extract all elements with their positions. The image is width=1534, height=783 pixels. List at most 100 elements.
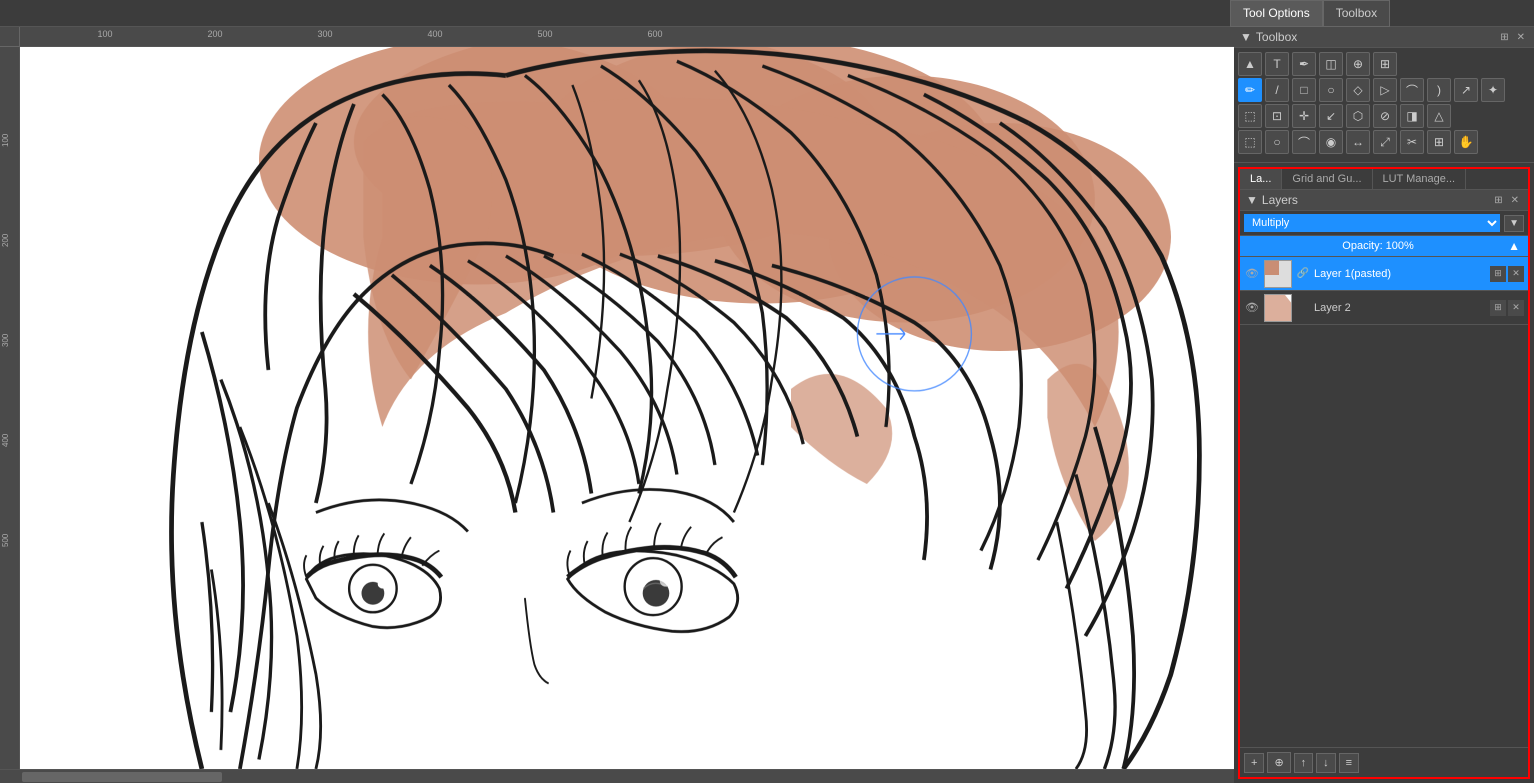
- layer-1-name: Layer 1(pasted): [1314, 268, 1486, 280]
- tool-star[interactable]: ✦: [1481, 78, 1505, 102]
- layers-header: ▼ Layers ⊞ ✕: [1240, 190, 1528, 211]
- vertical-ruler: 100200300400500: [0, 47, 20, 769]
- toolbox-section: ▼ Toolbox ⊞ ✕ ▲ T ✒ ◫ ⊕ ⊞: [1234, 27, 1534, 163]
- tool-ellipse[interactable]: ○: [1319, 78, 1343, 102]
- h-scroll-thumb[interactable]: [22, 772, 222, 782]
- tool-line[interactable]: /: [1265, 78, 1289, 102]
- tool-crop[interactable]: ✂: [1400, 130, 1424, 154]
- tool-options-tab[interactable]: Tool Options: [1230, 0, 1323, 27]
- tool-row-2: ✏ / □ ○ ◇ ▷ ⌒ ) ↗ ✦: [1238, 78, 1530, 102]
- blend-mode-select[interactable]: Multiply Normal Screen Overlay: [1244, 214, 1500, 232]
- tool-select-ellipse[interactable]: ○: [1265, 130, 1289, 154]
- layer-2-actions: ⊞ ✕: [1490, 300, 1524, 316]
- tool-heal[interactable]: ⊕: [1346, 52, 1370, 76]
- horizontal-scrollbar[interactable]: [0, 769, 1234, 783]
- tool-dropper[interactable]: ⊘: [1373, 104, 1397, 128]
- move-up-btn[interactable]: ↑: [1294, 753, 1314, 773]
- tool-select-node[interactable]: ⊡: [1265, 104, 1289, 128]
- layers-list: 👁 🔗 Layer 1(pasted) ⊞ ✕: [1240, 257, 1528, 747]
- toolbox-tab[interactable]: Toolbox: [1323, 0, 1390, 27]
- tool-spiral[interactable]: ↗: [1454, 78, 1478, 102]
- tool-row-3: ⬚ ⊡ ✛ ↙ ⬡ ⊘ ◨ △: [1238, 104, 1530, 128]
- tool-rect[interactable]: □: [1292, 78, 1316, 102]
- layer-2-thumbnail: [1264, 294, 1292, 322]
- tool-select-lasso[interactable]: ⬚: [1238, 130, 1262, 154]
- layers-panel: La... Grid and Gu... LUT Manage... ▼ Lay…: [1238, 167, 1530, 779]
- tool-clone[interactable]: ◫: [1319, 52, 1343, 76]
- layers-float-btn[interactable]: ⊞: [1491, 194, 1505, 207]
- tool-select-rect[interactable]: ⬚: [1238, 104, 1262, 128]
- layer-1-action-2[interactable]: ✕: [1508, 266, 1524, 282]
- layers-title: ▼ Layers: [1246, 193, 1298, 207]
- tool-perspective[interactable]: △: [1427, 104, 1451, 128]
- filter-btn[interactable]: ▼: [1504, 215, 1524, 232]
- layer-1-action-1[interactable]: ⊞: [1490, 266, 1506, 282]
- toolbox-collapse-icon[interactable]: ▼: [1240, 30, 1252, 44]
- tool-diamond[interactable]: ◇: [1346, 78, 1370, 102]
- tool-fill[interactable]: ⬡: [1346, 104, 1370, 128]
- tool-bezier[interactable]: ⌒: [1400, 78, 1424, 102]
- ruler-h-content: 100200300400500600: [20, 27, 1234, 47]
- toolbox-header: ▼ Toolbox ⊞ ✕: [1234, 27, 1534, 48]
- tool-select-freehand[interactable]: ⌒: [1292, 130, 1316, 154]
- tool-pattern[interactable]: ⊞: [1373, 52, 1397, 76]
- layers-label: Layers: [1262, 193, 1298, 207]
- tool-cursor[interactable]: ▲: [1238, 52, 1262, 76]
- canvas-viewport[interactable]: [20, 47, 1234, 769]
- layer-1-visibility-btn[interactable]: 👁: [1244, 266, 1260, 282]
- drawing-canvas[interactable]: [20, 47, 1234, 769]
- tool-move[interactable]: ✛: [1292, 104, 1316, 128]
- canvas-wrapper: 100200300400500600 100200300400500: [0, 27, 1234, 783]
- layers-collapse-icon[interactable]: ▼: [1246, 193, 1258, 207]
- opacity-row: Opacity: 100% ▲: [1240, 236, 1528, 257]
- layers-tab-grid[interactable]: Grid and Gu...: [1282, 169, 1372, 189]
- tool-arrow[interactable]: ▷: [1373, 78, 1397, 102]
- layers-tabs: La... Grid and Gu... LUT Manage...: [1240, 169, 1528, 190]
- blend-row: Multiply Normal Screen Overlay ▼: [1240, 211, 1528, 236]
- move-down-btn[interactable]: ↓: [1316, 753, 1336, 773]
- main-area: 100200300400500600 100200300400500: [0, 27, 1534, 783]
- tool-transform[interactable]: ↔: [1346, 130, 1370, 154]
- layers-tab-lut[interactable]: LUT Manage...: [1373, 169, 1467, 189]
- tool-rows: ▲ T ✒ ◫ ⊕ ⊞ ✏ / □ ○ ◇ ▷ ⌒ ) ↗: [1234, 48, 1534, 158]
- opacity-label: Opacity: 100%: [1248, 240, 1508, 252]
- toolbox-close-btn[interactable]: ✕: [1514, 31, 1528, 44]
- add-group-btn[interactable]: ⊕: [1267, 752, 1290, 773]
- ruler-row-top: 100200300400500600: [0, 27, 1234, 47]
- toolbox-float-btn[interactable]: ⊞: [1497, 31, 1511, 44]
- layer-2-action-2[interactable]: ✕: [1508, 300, 1524, 316]
- opacity-decrease-btn[interactable]: ▲: [1508, 239, 1520, 253]
- ruler-corner: [0, 27, 20, 47]
- layer-item-2[interactable]: 👁 Layer 2 ⊞ ✕: [1240, 291, 1528, 325]
- tool-warp[interactable]: ⤢: [1373, 130, 1397, 154]
- toolbox-label: Toolbox: [1256, 30, 1297, 44]
- layer-2-visibility-btn[interactable]: 👁: [1244, 300, 1260, 316]
- add-layer-btn[interactable]: +: [1244, 753, 1264, 773]
- layers-footer: + ⊕ ↑ ↓ ≡: [1240, 747, 1528, 777]
- layer-1-thumbnail: [1264, 260, 1292, 288]
- layers-controls: ⊞ ✕: [1491, 194, 1522, 207]
- tool-eraser[interactable]: ◨: [1400, 104, 1424, 128]
- tool-pencil[interactable]: ✏: [1238, 78, 1262, 102]
- layers-tab-layers[interactable]: La...: [1240, 169, 1282, 189]
- tool-calligraphy[interactable]: ✒: [1292, 52, 1316, 76]
- layer-item-1[interactable]: 👁 🔗 Layer 1(pasted) ⊞ ✕: [1240, 257, 1528, 291]
- top-tab-bar: Tool Options Toolbox: [0, 0, 1534, 27]
- tool-text[interactable]: T: [1265, 52, 1289, 76]
- horizontal-ruler: 100200300400500600: [20, 27, 1234, 47]
- layer-2-action-1[interactable]: ⊞: [1490, 300, 1506, 316]
- tool-pan[interactable]: ✋: [1454, 130, 1478, 154]
- layer-2-name: Layer 2: [1314, 302, 1486, 314]
- tool-zoom[interactable]: ⊞: [1427, 130, 1451, 154]
- tool-arc[interactable]: ): [1427, 78, 1451, 102]
- canvas-row: 100200300400500: [0, 47, 1234, 769]
- tool-row-4: ⬚ ○ ⌒ ◉ ↔ ⤢ ✂ ⊞ ✋: [1238, 130, 1530, 154]
- toolbox-controls: ⊞ ✕: [1497, 31, 1528, 44]
- right-panel: ▼ Toolbox ⊞ ✕ ▲ T ✒ ◫ ⊕ ⊞: [1234, 27, 1534, 783]
- layer-options-btn[interactable]: ≡: [1339, 753, 1359, 773]
- tool-select-contiguous[interactable]: ◉: [1319, 130, 1343, 154]
- layers-close-btn[interactable]: ✕: [1508, 194, 1522, 207]
- tool-rotate[interactable]: ↙: [1319, 104, 1343, 128]
- layer-1-link-icon[interactable]: 🔗: [1296, 268, 1310, 279]
- layer-1-actions: ⊞ ✕: [1490, 266, 1524, 282]
